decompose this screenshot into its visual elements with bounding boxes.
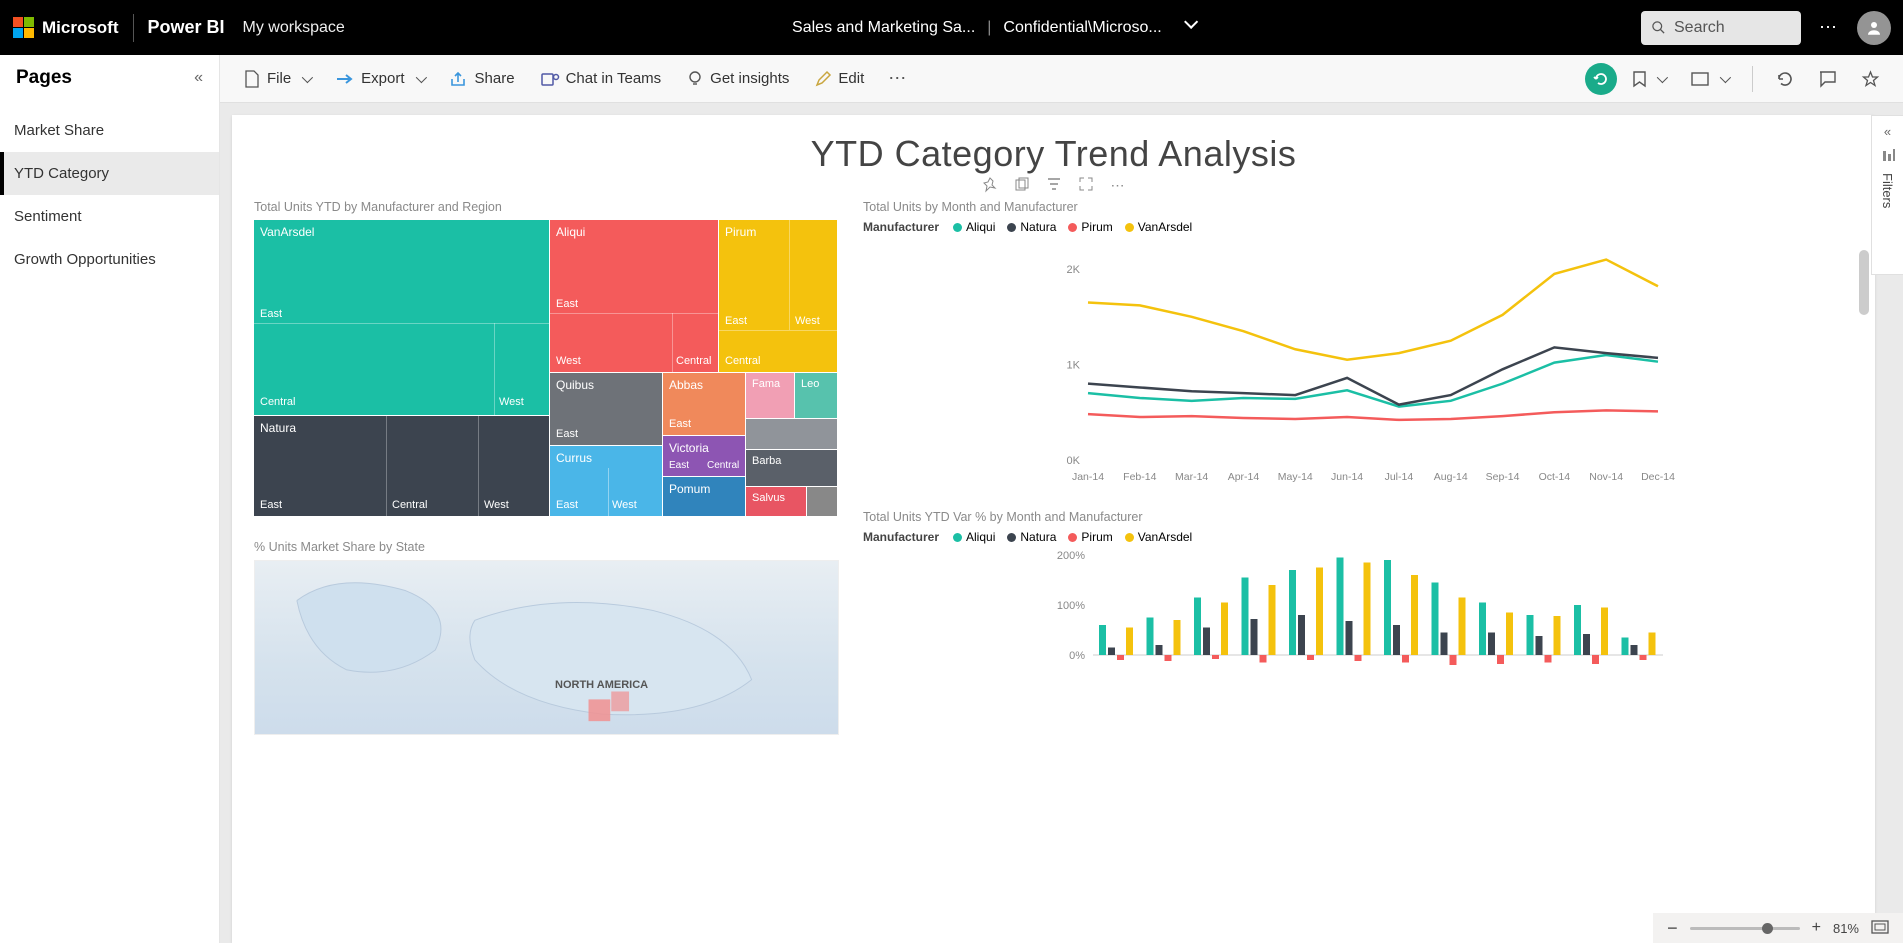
pencil-icon bbox=[815, 71, 831, 87]
map-title: % Units Market Share by State bbox=[254, 540, 839, 554]
svg-text:Aug-14: Aug-14 bbox=[1434, 471, 1468, 483]
svg-text:100%: 100% bbox=[1057, 600, 1085, 612]
filters-icon bbox=[1881, 149, 1895, 163]
export-menu[interactable]: Export bbox=[326, 64, 433, 93]
toolbar-more-icon[interactable]: ⋯ bbox=[888, 68, 908, 89]
copy-icon[interactable] bbox=[1015, 177, 1029, 194]
zoom-out-button[interactable]: − bbox=[1667, 918, 1678, 939]
bookmark-icon bbox=[1633, 71, 1646, 87]
pin-icon[interactable] bbox=[983, 177, 997, 194]
refresh-icon bbox=[1777, 71, 1793, 87]
microsoft-logo-icon bbox=[12, 17, 34, 39]
svg-text:May-14: May-14 bbox=[1278, 471, 1313, 483]
report-title: YTD Category Trend Analysis bbox=[254, 133, 1853, 175]
zoom-slider[interactable] bbox=[1690, 927, 1800, 930]
report-canvas: YTD Category Trend Analysis ⋯ Total Unit… bbox=[232, 115, 1875, 943]
svg-text:0K: 0K bbox=[1067, 455, 1081, 467]
pages-pane: Pages « Market Share YTD Category Sentim… bbox=[0, 55, 220, 943]
breadcrumb-divider: | bbox=[987, 19, 991, 37]
brand-label: Microsoft bbox=[42, 18, 119, 38]
bar-legend: Manufacturer Aliqui Natura Pirum VanArsd… bbox=[863, 530, 1853, 544]
map-svg bbox=[255, 561, 838, 734]
favorite-button[interactable] bbox=[1852, 65, 1889, 93]
svg-text:0%: 0% bbox=[1069, 650, 1085, 662]
svg-text:Mar-14: Mar-14 bbox=[1175, 471, 1208, 483]
chevron-down-icon[interactable] bbox=[1184, 14, 1198, 28]
view-icon bbox=[1691, 72, 1709, 86]
line-legend: Manufacturer Aliqui Natura Pirum VanArsd… bbox=[863, 220, 1853, 234]
svg-text:200%: 200% bbox=[1057, 550, 1085, 562]
share-icon bbox=[450, 71, 468, 87]
lightbulb-icon bbox=[687, 70, 703, 88]
svg-text:Nov-14: Nov-14 bbox=[1589, 471, 1623, 483]
zoom-in-button[interactable]: + bbox=[1812, 919, 1821, 937]
bar-chart-visual[interactable]: 0% 100% 200% bbox=[863, 550, 1853, 700]
export-icon bbox=[336, 72, 354, 86]
page-item-growth[interactable]: Growth Opportunities bbox=[0, 238, 219, 281]
divider bbox=[133, 14, 134, 42]
svg-text:Feb-14: Feb-14 bbox=[1123, 471, 1156, 483]
svg-text:2K: 2K bbox=[1067, 264, 1081, 276]
reset-button[interactable] bbox=[1585, 63, 1617, 95]
filters-label: Filters bbox=[1880, 173, 1895, 208]
reset-icon bbox=[1593, 71, 1609, 87]
collapse-pane-icon[interactable]: « bbox=[194, 69, 203, 87]
product-label: Power BI bbox=[148, 17, 225, 38]
search-placeholder: Search bbox=[1674, 19, 1725, 37]
comment-button[interactable] bbox=[1809, 65, 1846, 93]
share-button[interactable]: Share bbox=[440, 64, 525, 93]
person-icon bbox=[1865, 19, 1883, 37]
edit-button[interactable]: Edit bbox=[805, 64, 874, 93]
line-chart-visual[interactable]: 0K 1K 2K Jan-14 Feb-14 Mar-14 Apr-14 May-14 Jun-… bbox=[863, 240, 1853, 490]
file-menu[interactable]: File bbox=[234, 64, 320, 94]
svg-text:Apr-14: Apr-14 bbox=[1228, 471, 1260, 483]
bar-chart-title: Total Units YTD Var % by Month and Manuf… bbox=[863, 510, 1853, 524]
page-item-market-share[interactable]: Market Share bbox=[0, 109, 219, 152]
line-chart-title: Total Units by Month and Manufacturer bbox=[863, 200, 1853, 214]
treemap-visual[interactable]: VanArsdel East Central West Natura East … bbox=[254, 220, 839, 518]
teams-icon bbox=[541, 71, 559, 87]
status-bar: − + 81% bbox=[1653, 913, 1903, 943]
insights-button[interactable]: Get insights bbox=[677, 64, 799, 94]
fit-to-page-button[interactable] bbox=[1871, 920, 1889, 937]
page-item-sentiment[interactable]: Sentiment bbox=[0, 195, 219, 238]
chat-teams-button[interactable]: Chat in Teams bbox=[531, 64, 672, 93]
svg-text:Jul-14: Jul-14 bbox=[1385, 471, 1414, 483]
bookmark-menu[interactable] bbox=[1623, 65, 1675, 93]
app-header: Microsoft Power BI My workspace Sales an… bbox=[0, 0, 1903, 55]
workspace-link[interactable]: My workspace bbox=[243, 19, 345, 37]
svg-text:Jun-14: Jun-14 bbox=[1331, 471, 1363, 483]
svg-text:Jan-14: Jan-14 bbox=[1072, 471, 1104, 483]
report-toolbar: File Export Share Chat in Teams Get insi… bbox=[220, 55, 1903, 103]
more-options-icon[interactable]: ⋯ bbox=[1819, 17, 1839, 38]
search-icon bbox=[1651, 20, 1666, 35]
filters-pane-collapsed[interactable]: « Filters bbox=[1871, 115, 1903, 275]
svg-text:Dec-14: Dec-14 bbox=[1641, 471, 1675, 483]
visual-header-actions: ⋯ bbox=[254, 177, 1853, 194]
zoom-percent: 81% bbox=[1833, 921, 1859, 936]
search-input[interactable]: Search bbox=[1641, 11, 1801, 45]
expand-filters-icon[interactable]: « bbox=[1884, 124, 1891, 139]
svg-text:Oct-14: Oct-14 bbox=[1539, 471, 1571, 483]
star-icon bbox=[1862, 71, 1879, 87]
map-visual[interactable]: NORTH AMERICA bbox=[254, 560, 839, 735]
comment-icon bbox=[1819, 71, 1836, 87]
page-item-ytd-category[interactable]: YTD Category bbox=[0, 152, 219, 195]
filter-icon[interactable] bbox=[1047, 177, 1061, 194]
treemap-title: Total Units YTD by Manufacturer and Regi… bbox=[254, 200, 839, 214]
report-name[interactable]: Sales and Marketing Sa... bbox=[792, 19, 975, 37]
svg-text:1K: 1K bbox=[1067, 360, 1081, 372]
user-avatar[interactable] bbox=[1857, 11, 1891, 45]
visual-more-icon[interactable]: ⋯ bbox=[1111, 177, 1125, 194]
view-menu[interactable] bbox=[1681, 66, 1738, 92]
svg-text:Sep-14: Sep-14 bbox=[1486, 471, 1520, 483]
map-continent-label: NORTH AMERICA bbox=[555, 679, 648, 691]
refresh-button[interactable] bbox=[1767, 65, 1803, 93]
canvas-scrollbar[interactable] bbox=[1859, 250, 1869, 315]
file-icon bbox=[244, 70, 260, 88]
sensitivity-label[interactable]: Confidential\Microso... bbox=[1003, 19, 1161, 37]
pages-title: Pages bbox=[16, 67, 72, 89]
breadcrumb: Sales and Marketing Sa... | Confidential… bbox=[345, 19, 1641, 37]
focus-icon[interactable] bbox=[1079, 177, 1093, 194]
